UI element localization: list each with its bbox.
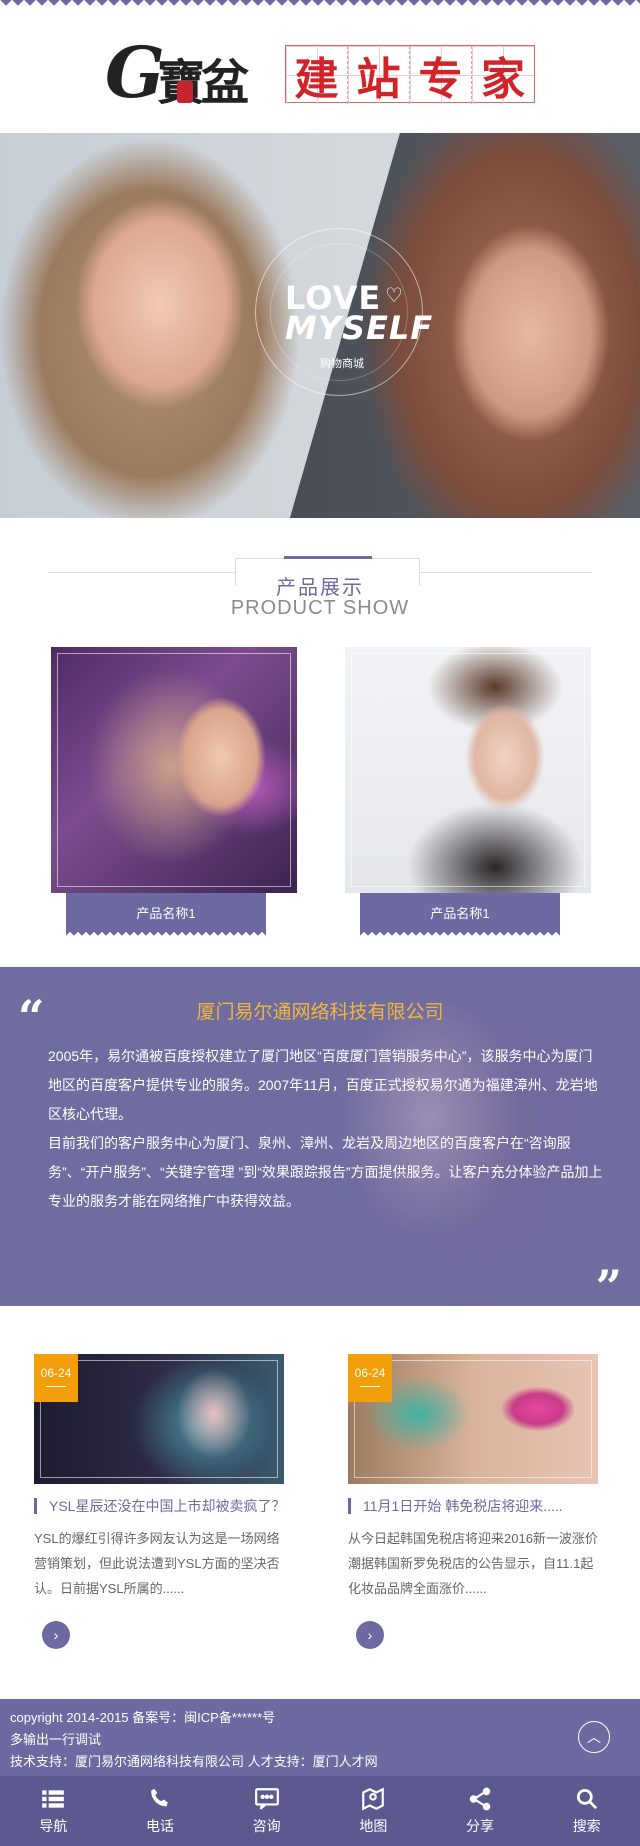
nav-item-chat[interactable]: 咨询 [213,1776,320,1846]
nav-item-search[interactable]: 搜索 [533,1776,640,1846]
chevron-right-icon: › [53,1627,59,1643]
search-icon [576,1788,597,1810]
banner-slogan: LOVE MYSELF [285,282,434,347]
news-title[interactable]: 11月1日开始 韩免税店将迎来..... [348,1498,598,1514]
logo-title-char: 站 [348,45,410,105]
section-title-en: PRODUCT SHOW [230,597,410,619]
nav-label: 搜索 [572,1818,601,1834]
news-description: 从今日起韩国免税店将迎来2016新一波涨价潮据韩国新罗免税店的公告显示，自11.… [348,1531,598,1596]
about-title: 厦门易尔通网络科技有限公司 [196,1002,444,1023]
news-item[interactable]: 06-24 YSL星辰还没在中国上市却被卖疯了？ YSL的爆红引得许多网友认为这… [34,1354,284,1649]
nav-label: 电话 [146,1818,174,1834]
site-footer: copyright 2014-2015 备案号：闽ICP备******号 多输出… [0,1699,640,1776]
share-icon [469,1787,491,1811]
news-image[interactable]: 06-24 [348,1354,598,1484]
section-title-cn: 产品展示 [276,577,364,599]
news-date: 06-24 [34,1354,78,1402]
footer-copyright: copyright 2014-2015 备案号：闽ICP备******号 [10,1710,276,1725]
hero-banner[interactable]: LOVE MYSELF ♡ 购物商城 [0,133,640,518]
back-to-top-button[interactable]: ︿ [578,1721,610,1753]
logo-g-mark: G [105,30,165,114]
product-image[interactable] [345,647,591,893]
nav-item-phone[interactable]: 电话 [107,1776,214,1846]
section-title-bar [284,556,372,559]
news-date: 06-24 [348,1354,392,1402]
bottom-nav: 导航 电话 咨询 地图 分享 搜索 [0,1776,640,1846]
about-section: “ 厦门易尔通网络科技有限公司 2005年，易尔通被百度授权建立了厦门地区“百度… [0,967,640,1306]
nav-label: 地图 [359,1818,388,1834]
product-name[interactable]: 产品名称1 [360,893,560,937]
about-body: 2005年，易尔通被百度授权建立了厦门地区“百度厦门营销服务中心”，该服务中心为… [48,1042,603,1216]
logo-title: 建 站 专 家 [285,44,535,105]
nav-label: 咨询 [252,1818,281,1834]
footer-debug-line: 多输出一行调试 [10,1732,102,1747]
logo-title-char: 建 [286,45,348,105]
nav-label: 分享 [466,1818,495,1834]
top-zigzag-border [0,0,640,12]
heart-icon: ♡ [385,285,403,307]
chevron-up-icon: ︿ [587,1729,601,1745]
chat-icon [254,1788,279,1810]
site-logo[interactable]: G 寶盆 建 站 专 家 [105,31,535,115]
logo-brand-text: 寶盆 [157,54,249,111]
logo-title-char: 家 [472,45,534,105]
about-paragraph: 目前我们的客户服务中心为厦门、泉州、漳州、龙岩及周边地区的百度客户在“咨询服务”… [48,1135,603,1209]
map-icon [362,1787,385,1811]
logo-seal [177,80,193,103]
nav-label: 导航 [39,1818,68,1834]
chevron-right-icon: › [367,1627,373,1643]
news-more-button[interactable]: › [42,1621,70,1649]
close-quote-icon: ” [595,1260,622,1306]
footer-support: 技术支持：厦门易尔通网络科技有限公司 人才支持：厦门人才网 [10,1754,378,1769]
banner-subtitle: 购物商城 [320,358,364,370]
phone-icon [151,1788,168,1807]
menu-icon [42,1790,65,1808]
banner-myself-text: MYSELF [285,309,434,347]
nav-item-map[interactable]: 地图 [320,1776,427,1846]
news-more-button[interactable]: › [356,1621,384,1649]
product-card[interactable]: 产品名称1 [51,647,297,937]
news-title[interactable]: YSL星辰还没在中国上市却被卖疯了？ [34,1498,284,1514]
site-header: G 寶盆 建 站 专 家 [0,12,640,133]
news-item[interactable]: 06-24 11月1日开始 韩免税店将迎来..... 从今日起韩国免税店将迎来2… [348,1354,598,1649]
product-card[interactable]: 产品名称1 [345,647,591,937]
news-description: YSL的爆红引得许多网友认为这是一场网络营销策划，但此说法遭到YSL方面的坚决否… [34,1531,280,1596]
product-name[interactable]: 产品名称1 [66,893,266,937]
product-image[interactable] [51,647,297,893]
logo-title-char: 专 [410,45,472,105]
nav-item-share[interactable]: 分享 [427,1776,534,1846]
nav-item-menu[interactable]: 导航 [0,1776,107,1846]
news-image[interactable]: 06-24 [34,1354,284,1484]
about-paragraph: 2005年，易尔通被百度授权建立了厦门地区“百度厦门营销服务中心”，该服务中心为… [48,1048,598,1122]
